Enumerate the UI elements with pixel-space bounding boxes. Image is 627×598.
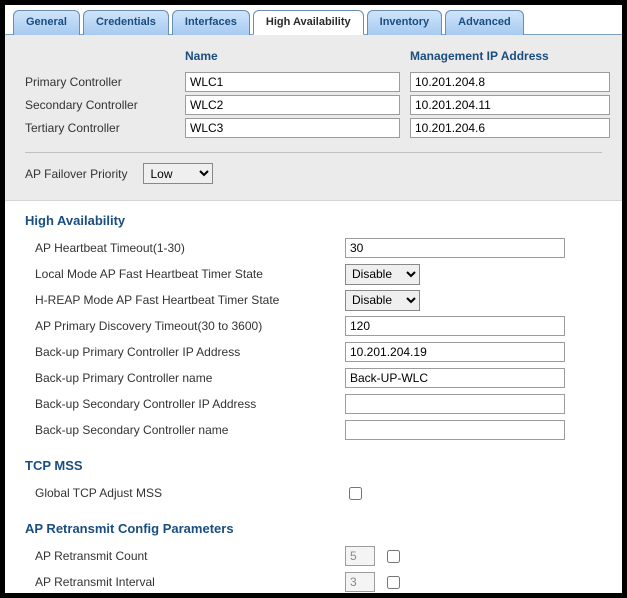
global-tcp-adjust-mss-checkbox[interactable]	[349, 487, 362, 500]
tab-interfaces[interactable]: Interfaces	[172, 10, 250, 35]
ap-retransmit-count-checkbox[interactable]	[387, 550, 400, 563]
backup-primary-ip-label: Back-up Primary Controller IP Address	[35, 345, 345, 359]
col-header-mgmt-ip: Management IP Address	[410, 45, 610, 69]
tab-inventory[interactable]: Inventory	[367, 10, 443, 35]
ap-retransmit-count-input[interactable]	[345, 546, 375, 566]
high-availability-section: High Availability AP Heartbeat Timeout(1…	[5, 201, 622, 446]
tab-bar: General Credentials Interfaces High Avai…	[5, 5, 622, 35]
tertiary-controller-ip-input[interactable]	[410, 118, 610, 138]
primary-controller-ip-input[interactable]	[410, 72, 610, 92]
hreap-fast-heartbeat-select[interactable]: Disable	[345, 290, 420, 311]
backup-primary-name-label: Back-up Primary Controller name	[35, 371, 345, 385]
tertiary-controller-label: Tertiary Controller	[25, 121, 175, 135]
backup-secondary-ip-input[interactable]	[345, 394, 565, 414]
ap-retransmit-section: AP Retransmit Config Parameters AP Retra…	[5, 509, 622, 598]
ap-retransmit-count-label: AP Retransmit Count	[35, 549, 345, 563]
local-fast-heartbeat-label: Local Mode AP Fast Heartbeat Timer State	[35, 267, 345, 281]
backup-secondary-ip-label: Back-up Secondary Controller IP Address	[35, 397, 345, 411]
high-availability-title: High Availability	[25, 213, 602, 228]
ap-retransmit-interval-label: AP Retransmit Interval	[35, 575, 345, 589]
tab-high-availability[interactable]: High Availability	[253, 10, 364, 35]
ap-retransmit-interval-checkbox[interactable]	[387, 576, 400, 589]
tcp-mss-section: TCP MSS Global TCP Adjust MSS	[5, 446, 622, 509]
hreap-fast-heartbeat-label: H-REAP Mode AP Fast Heartbeat Timer Stat…	[35, 293, 345, 307]
ap-heartbeat-timeout-input[interactable]	[345, 238, 565, 258]
primary-controller-label: Primary Controller	[25, 75, 175, 89]
global-tcp-adjust-mss-label: Global TCP Adjust MSS	[35, 486, 345, 500]
tab-credentials[interactable]: Credentials	[83, 10, 169, 35]
local-fast-heartbeat-select[interactable]: Disable	[345, 264, 420, 285]
tertiary-controller-name-input[interactable]	[185, 118, 400, 138]
primary-discovery-timeout-label: AP Primary Discovery Timeout(30 to 3600)	[35, 319, 345, 333]
tcp-mss-title: TCP MSS	[25, 458, 602, 473]
backup-primary-ip-input[interactable]	[345, 342, 565, 362]
primary-controller-name-input[interactable]	[185, 72, 400, 92]
secondary-controller-ip-input[interactable]	[410, 95, 610, 115]
ap-failover-priority-select[interactable]: Low	[143, 163, 213, 184]
ap-retransmit-title: AP Retransmit Config Parameters	[25, 521, 602, 536]
backup-secondary-name-label: Back-up Secondary Controller name	[35, 423, 345, 437]
col-header-name: Name	[185, 45, 400, 69]
primary-discovery-timeout-input[interactable]	[345, 316, 565, 336]
backup-primary-name-input[interactable]	[345, 368, 565, 388]
secondary-controller-name-input[interactable]	[185, 95, 400, 115]
ap-failover-priority-label: AP Failover Priority	[25, 167, 127, 181]
backup-secondary-name-input[interactable]	[345, 420, 565, 440]
ap-retransmit-interval-input[interactable]	[345, 572, 375, 592]
controllers-panel: Name Management IP Address Primary Contr…	[5, 35, 622, 201]
secondary-controller-label: Secondary Controller	[25, 98, 175, 112]
tab-general[interactable]: General	[13, 10, 80, 35]
ap-heartbeat-timeout-label: AP Heartbeat Timeout(1-30)	[35, 241, 345, 255]
tab-advanced[interactable]: Advanced	[445, 10, 524, 35]
